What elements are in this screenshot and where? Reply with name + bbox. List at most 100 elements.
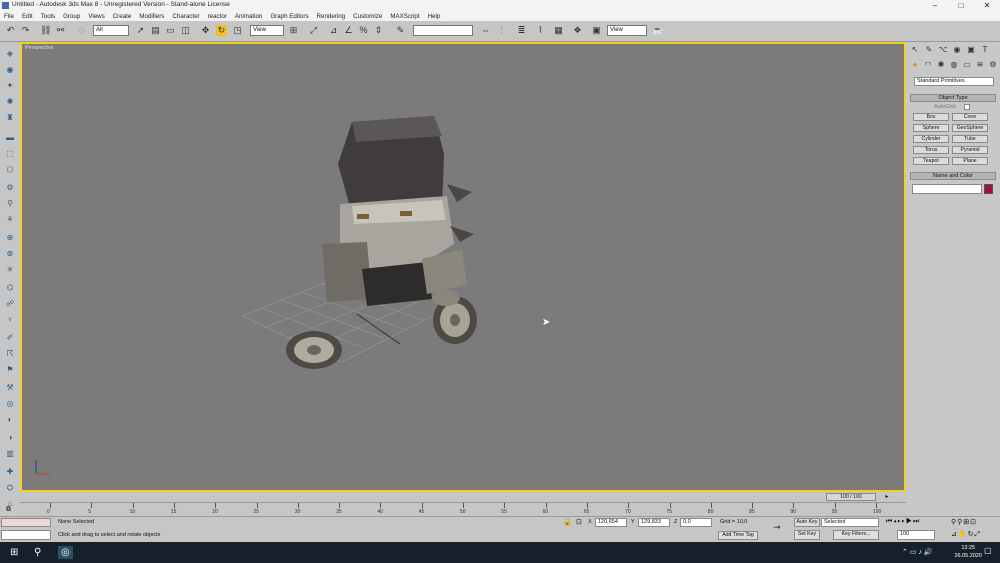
- menu-rendering[interactable]: Rendering: [317, 13, 346, 20]
- align-icon[interactable]: ⫶: [496, 25, 507, 36]
- notifications-icon[interactable]: ▢: [984, 546, 992, 555]
- sphere-button[interactable]: Sphere: [913, 124, 949, 132]
- category-dropdown[interactable]: Standard Primitives: [914, 77, 994, 86]
- start-icon[interactable]: ⊞: [10, 546, 18, 559]
- perspective-viewport[interactable]: Perspective ➤: [20, 42, 906, 492]
- space-warps-icon[interactable]: ≋: [975, 60, 985, 70]
- tool-icon-21[interactable]: ⚒: [4, 382, 16, 393]
- systems-icon[interactable]: ⚙: [988, 60, 998, 70]
- rectangular-selection-icon[interactable]: ▭: [165, 25, 176, 36]
- 3dsmax-taskbar-icon[interactable]: ◎: [58, 546, 73, 559]
- torus-button[interactable]: Torus: [913, 146, 949, 154]
- tube-button[interactable]: Tube: [952, 135, 988, 143]
- tool-icon-23[interactable]: ◐: [4, 414, 16, 425]
- search-icon[interactable]: ⚲: [34, 546, 41, 559]
- set-key-icon[interactable]: ⊸: [773, 522, 781, 533]
- percent-snap-icon[interactable]: %: [358, 25, 369, 36]
- tool-icon-25[interactable]: ▥: [4, 448, 16, 459]
- tool-icon-12[interactable]: ⊕: [4, 232, 16, 243]
- utilities-tab-icon[interactable]: T: [980, 45, 990, 55]
- menu-create[interactable]: Create: [113, 13, 132, 20]
- select-manipulate-icon[interactable]: ⤢: [308, 25, 319, 36]
- tool-icon-9[interactable]: ⚙: [4, 182, 16, 193]
- tool-icon-13[interactable]: ⊗: [4, 248, 16, 259]
- next-frame-arrow-icon[interactable]: ▸: [882, 493, 892, 501]
- snaps-toggle-icon[interactable]: ⊿: [328, 25, 339, 36]
- viewport-navigation-controls-2[interactable]: ⊿✋↻⤢: [951, 530, 981, 539]
- shapes-icon[interactable]: ◠: [923, 60, 933, 70]
- time-slider[interactable]: 100 / 100: [826, 493, 876, 501]
- minimize-button[interactable]: –: [922, 0, 948, 11]
- edit-named-selection-icon[interactable]: ✎: [395, 25, 406, 36]
- cameras-icon[interactable]: ◍: [949, 60, 959, 70]
- name-and-color-rollout[interactable]: Name and Color: [910, 172, 996, 180]
- y-coordinate-field[interactable]: 129,833: [638, 518, 670, 527]
- key-mode-dropdown[interactable]: Selected: [821, 518, 879, 527]
- tool-icon-5[interactable]: ♜: [4, 112, 16, 123]
- current-frame-field[interactable]: 100: [897, 530, 935, 540]
- tool-icon-27[interactable]: ⛭: [4, 482, 16, 493]
- object-name-input[interactable]: [912, 184, 982, 194]
- layer-manager-icon[interactable]: ≣: [516, 25, 527, 36]
- schematic-view-icon[interactable]: ▦: [553, 25, 564, 36]
- tool-icon-26[interactable]: ✚: [4, 466, 16, 477]
- tool-icon-20[interactable]: ⚑: [4, 364, 16, 375]
- key-filters-button[interactable]: Key Filters...: [833, 530, 879, 540]
- maxscript-listener-mini[interactable]: [1, 518, 51, 527]
- track-bar[interactable]: ⧉ 0 5 10 15 20 25 30 35 40 45 50 55 60 65 70 75 80 85 90 95…: [6, 502, 906, 516]
- window-crossing-icon[interactable]: ◫: [180, 25, 191, 36]
- menu-character[interactable]: Character: [172, 13, 199, 20]
- lock-selection-icon[interactable]: 🔒: [563, 518, 572, 526]
- tool-icon-2[interactable]: ◉: [4, 64, 16, 75]
- select-link-icon[interactable]: ⛓: [40, 25, 51, 36]
- tool-icon-1[interactable]: ◈: [4, 48, 16, 59]
- render-scene-icon[interactable]: ▣: [591, 25, 602, 36]
- selection-filter-dropdown[interactable]: All: [93, 25, 129, 36]
- tool-icon-4[interactable]: ✺: [4, 96, 16, 107]
- close-button[interactable]: ✕: [974, 0, 1000, 11]
- select-rotate-icon[interactable]: ↻: [216, 25, 227, 36]
- tray-icons[interactable]: ⌃ ▭ ♪ 🔊: [902, 546, 933, 559]
- absolute-mode-icon[interactable]: ⊡: [576, 518, 582, 526]
- curve-editor-icon[interactable]: ⌇: [535, 25, 546, 36]
- menu-animation[interactable]: Animation: [235, 13, 263, 20]
- spinner-snap-icon[interactable]: ⇕: [373, 25, 384, 36]
- create-tab-icon[interactable]: ↖: [910, 45, 920, 55]
- menu-group[interactable]: Group: [63, 13, 80, 20]
- clock[interactable]: 13:25 26.05.2020: [954, 544, 982, 560]
- teapot-button[interactable]: Teapot: [913, 157, 949, 165]
- select-object-icon[interactable]: ➚: [135, 25, 146, 36]
- bind-space-warp-icon[interactable]: ◌: [76, 25, 87, 36]
- menu-file[interactable]: File: [4, 13, 14, 20]
- hierarchy-tab-icon[interactable]: ⌥: [938, 45, 948, 55]
- tool-icon-24[interactable]: ◑: [4, 432, 16, 443]
- select-move-icon[interactable]: ✥: [200, 25, 211, 36]
- z-coordinate-field[interactable]: 0,0: [680, 518, 712, 527]
- lights-icon[interactable]: ✱: [936, 60, 946, 70]
- tool-icon-3[interactable]: ✦: [4, 80, 16, 91]
- tool-icon-17[interactable]: ♆: [4, 314, 16, 325]
- menu-help[interactable]: Help: [428, 13, 441, 20]
- object-color-swatch[interactable]: [984, 184, 993, 194]
- maxscript-input[interactable]: [1, 530, 51, 540]
- angle-snap-icon[interactable]: ∠: [343, 25, 354, 36]
- menu-customize[interactable]: Customize: [353, 13, 382, 20]
- menu-graph-editors[interactable]: Graph Editors: [270, 13, 308, 20]
- helpers-icon[interactable]: ▭: [962, 60, 972, 70]
- tool-icon-7[interactable]: ⬚: [4, 148, 16, 159]
- geosphere-button[interactable]: GeoSphere: [952, 124, 988, 132]
- select-by-name-icon[interactable]: ▤: [150, 25, 161, 36]
- reference-coordinate-dropdown[interactable]: View: [250, 25, 284, 36]
- plane-button[interactable]: Plane: [952, 157, 988, 165]
- set-key-button[interactable]: Set Key: [794, 530, 820, 540]
- autogrid-checkbox[interactable]: [964, 104, 970, 110]
- modify-tab-icon[interactable]: ✎: [924, 45, 934, 55]
- box-button[interactable]: Box: [913, 113, 949, 121]
- motion-tab-icon[interactable]: ◉: [952, 45, 962, 55]
- cylinder-button[interactable]: Cylinder: [913, 135, 949, 143]
- undo-icon[interactable]: ↶: [5, 25, 16, 36]
- tool-icon-8[interactable]: ⬡: [4, 164, 16, 175]
- pyramid-button[interactable]: Pyramid: [952, 146, 988, 154]
- viewport-navigation-controls[interactable]: ⚲⚲⊞⊡: [951, 518, 977, 526]
- select-scale-icon[interactable]: ◳: [232, 25, 243, 36]
